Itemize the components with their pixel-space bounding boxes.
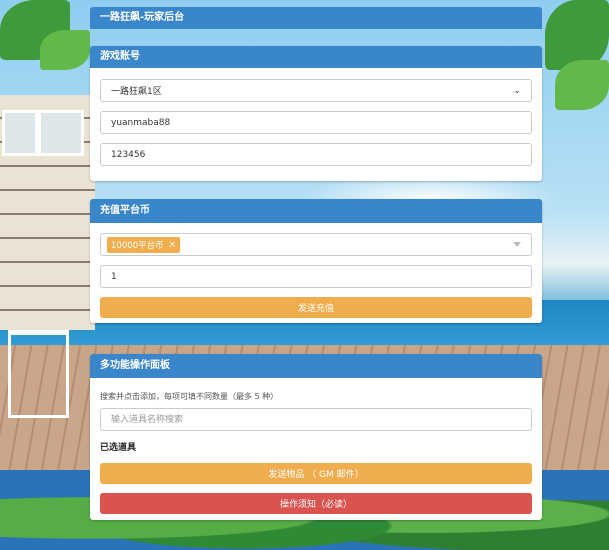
send-items-button[interactable]: 发送物品 （ GM 邮件）	[100, 463, 532, 484]
window	[2, 110, 38, 156]
server-select[interactable]: 一路狂飙1区 ⌄	[100, 79, 532, 102]
leaf	[555, 60, 609, 110]
window	[38, 110, 84, 156]
password-input[interactable]	[100, 143, 532, 166]
page-title-bar: 一路狂飙-玩家后台	[90, 7, 542, 29]
account-panel-title: 游戏账号	[90, 46, 542, 68]
page-title: 一路狂飙-玩家后台	[100, 12, 185, 23]
quantity-input[interactable]	[100, 265, 532, 288]
send-recharge-button[interactable]: 发送充值	[100, 297, 532, 318]
item-search-hint: 搜索并点击添加，每项可填不同数量（最多 5 种）	[100, 392, 279, 401]
selected-coin-tag: 10000平台币 ×	[107, 236, 181, 253]
platform-coin-multiselect[interactable]: 10000平台币 ×	[100, 233, 532, 256]
operation-notice-button[interactable]: 操作须知（必读）	[100, 493, 532, 514]
selected-coin-tag-label: 10000平台币	[111, 240, 164, 251]
multi-panel-title: 多功能操作面板	[90, 354, 542, 378]
recharge-panel: 充值平台币 10000平台币 × 发送充值	[90, 199, 542, 323]
multi-function-panel: 多功能操作面板 搜索并点击添加，每项可填不同数量（最多 5 种） 已选道具 发送…	[90, 354, 542, 520]
leaf	[40, 30, 90, 70]
account-panel: 游戏账号 一路狂飙1区 ⌄	[90, 46, 542, 181]
recharge-panel-title: 充值平台币	[90, 199, 542, 223]
selected-items-label: 已选道具	[100, 443, 137, 453]
item-search-input[interactable]	[100, 408, 532, 431]
close-icon[interactable]: ×	[169, 240, 177, 250]
server-select-value: 一路狂飙1区	[111, 87, 162, 97]
chair	[8, 330, 69, 418]
caret-down-icon	[513, 242, 521, 247]
chevron-down-icon: ⌄	[513, 85, 521, 96]
username-input[interactable]	[100, 111, 532, 134]
